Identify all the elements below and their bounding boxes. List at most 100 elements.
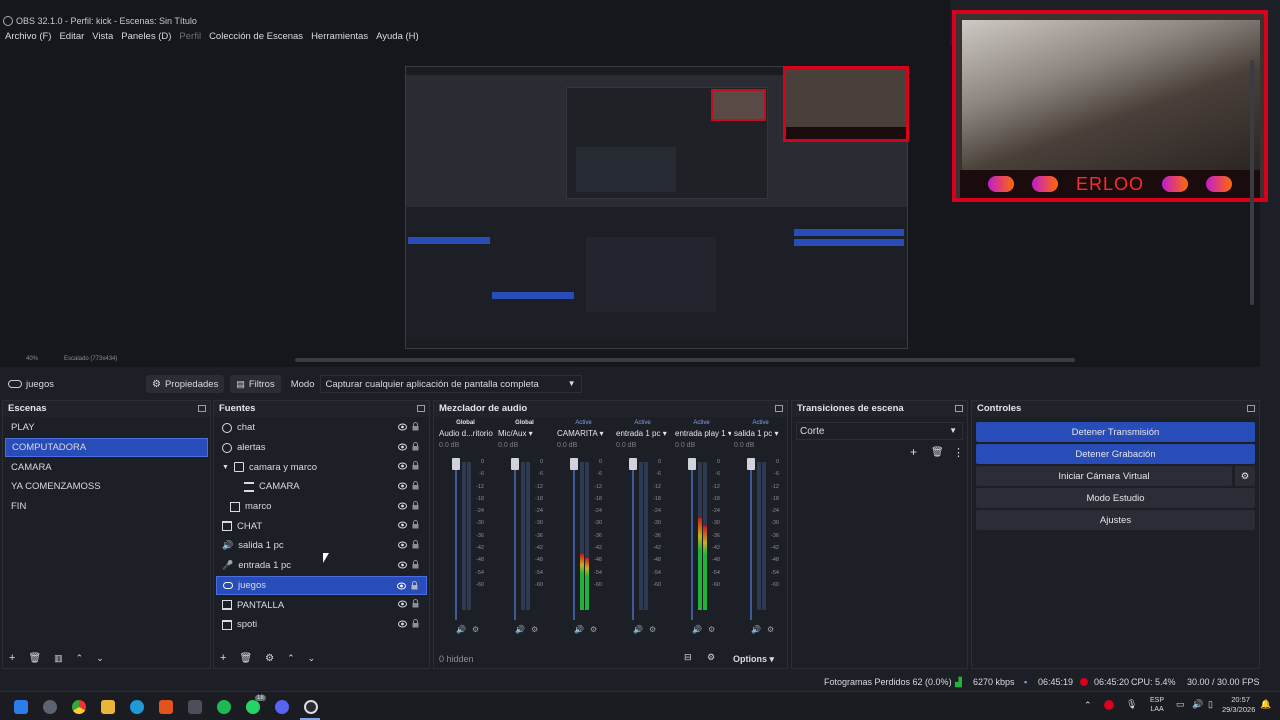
float-dock-icon[interactable] bbox=[198, 405, 206, 412]
menu-ayuda[interactable]: Ayuda (H) bbox=[376, 30, 419, 46]
menu-perfil[interactable]: Perfil bbox=[179, 30, 201, 46]
preview-vertical-scrollbar[interactable] bbox=[1250, 60, 1254, 305]
volume-fader[interactable] bbox=[452, 458, 460, 620]
eye-icon[interactable] bbox=[398, 561, 407, 569]
menu-paneles[interactable]: Paneles (D) bbox=[121, 30, 171, 46]
scene-filters-button[interactable]: ▥ bbox=[54, 653, 63, 664]
channel-settings-icon[interactable]: ⚙ bbox=[531, 625, 538, 634]
windows-start-icon[interactable] bbox=[14, 700, 28, 714]
eye-icon[interactable] bbox=[398, 521, 407, 529]
tray-record-icon[interactable] bbox=[1104, 700, 1114, 710]
zoom-scaling[interactable]: Escalado (773x434) bbox=[64, 356, 117, 362]
settings-app-icon[interactable] bbox=[43, 700, 57, 714]
chrome-icon[interactable] bbox=[72, 700, 86, 714]
source-item-juegos[interactable]: juegos bbox=[216, 575, 427, 596]
brave-icon[interactable] bbox=[159, 700, 173, 714]
source-item-salida-1-pc[interactable]: 🔊 salida 1 pc bbox=[216, 536, 427, 556]
notifications-icon[interactable]: 🔔 bbox=[1260, 699, 1271, 710]
remove-source-button[interactable]: 🗑 bbox=[239, 653, 252, 664]
channel-settings-icon[interactable]: ⚙ bbox=[590, 625, 597, 634]
mixer-layout-icon[interactable]: ⊟ bbox=[684, 652, 692, 663]
source-item-pantalla[interactable]: PANTALLA bbox=[216, 595, 427, 615]
lock-icon[interactable] bbox=[412, 481, 419, 490]
studio-mode-button[interactable]: Modo Estudio bbox=[976, 488, 1255, 508]
mute-speaker-icon[interactable]: 🔊 bbox=[692, 625, 702, 634]
edge-icon[interactable] bbox=[130, 700, 144, 714]
move-up-button[interactable]: ⌃ bbox=[76, 653, 84, 664]
lock-icon[interactable] bbox=[412, 618, 419, 628]
source-item-alertas[interactable]: alertas bbox=[216, 438, 427, 458]
file-explorer-icon[interactable] bbox=[101, 700, 115, 714]
move-down-button[interactable]: ⌄ bbox=[96, 653, 104, 664]
volume-fader[interactable] bbox=[688, 458, 696, 620]
source-item-chat-window[interactable]: CHAT bbox=[216, 516, 427, 536]
float-dock-icon[interactable] bbox=[417, 405, 425, 412]
menu-editar[interactable]: Editar bbox=[59, 30, 84, 46]
tray-battery-icon[interactable]: ▯ bbox=[1208, 699, 1213, 710]
filters-button[interactable]: ▤ Filtros bbox=[230, 375, 281, 393]
remove-transition-button[interactable]: 🗑 bbox=[931, 447, 944, 458]
eye-icon[interactable] bbox=[398, 502, 407, 510]
zoom-percent[interactable]: 40% bbox=[26, 356, 38, 362]
lock-icon[interactable] bbox=[412, 422, 419, 431]
add-transition-button[interactable]: + bbox=[910, 445, 917, 459]
eye-icon[interactable] bbox=[398, 462, 407, 470]
transition-menu-icon[interactable]: ⋮ bbox=[953, 446, 964, 459]
eye-icon[interactable] bbox=[398, 482, 407, 490]
store-icon[interactable] bbox=[188, 700, 202, 714]
scene-item-computadora[interactable]: COMPUTADORA bbox=[5, 437, 208, 458]
mixer-options-button[interactable]: Options ▾ bbox=[733, 654, 774, 665]
remove-scene-button[interactable]: 🗑 bbox=[28, 653, 41, 664]
channel-settings-icon[interactable]: ⚙ bbox=[472, 625, 479, 634]
volume-fader[interactable] bbox=[570, 458, 578, 620]
menu-vista[interactable]: Vista bbox=[92, 30, 113, 46]
language-indicator[interactable]: ESP LAA bbox=[1150, 696, 1164, 714]
float-dock-icon[interactable] bbox=[1247, 405, 1255, 412]
stop-recording-button[interactable]: Detener Grabación bbox=[976, 444, 1255, 464]
channel-settings-icon[interactable]: ⚙ bbox=[767, 625, 774, 634]
source-item-chat[interactable]: chat bbox=[216, 418, 427, 438]
menu-coleccion[interactable]: Colección de Escenas bbox=[209, 30, 303, 46]
lock-icon[interactable] bbox=[412, 559, 419, 569]
move-up-button[interactable]: ⌃ bbox=[287, 653, 295, 664]
eye-icon[interactable] bbox=[398, 620, 407, 628]
mute-speaker-icon[interactable]: 🔊 bbox=[751, 625, 761, 634]
preview-horizontal-scrollbar[interactable] bbox=[295, 358, 1075, 362]
eye-icon[interactable] bbox=[398, 600, 407, 608]
properties-button[interactable]: ⚙ Propiedades bbox=[146, 375, 225, 393]
hidden-count[interactable]: 0 hidden bbox=[439, 654, 474, 664]
mute-speaker-icon[interactable]: 🔊 bbox=[574, 625, 584, 634]
whatsapp-icon[interactable] bbox=[246, 700, 260, 714]
source-item-camara[interactable]: CAMARA bbox=[216, 477, 427, 497]
source-item-spoti[interactable]: spoti bbox=[216, 615, 427, 635]
eye-icon[interactable] bbox=[398, 541, 407, 549]
float-dock-icon[interactable] bbox=[955, 405, 963, 412]
start-virtual-camera-button[interactable]: Iniciar Cámara Virtual bbox=[976, 466, 1232, 486]
virtual-camera-settings-gear-icon[interactable]: ⚙ bbox=[1235, 466, 1255, 486]
tray-mic-icon[interactable]: 🎙 bbox=[1126, 699, 1137, 710]
channel-settings-icon[interactable]: ⚙ bbox=[649, 625, 656, 634]
lock-icon[interactable] bbox=[412, 441, 419, 451]
source-item-entrada-1-pc[interactable]: 🎤 entrada 1 pc bbox=[216, 556, 427, 576]
eye-icon[interactable] bbox=[397, 582, 406, 590]
mixer-advanced-icon[interactable]: ⚙ bbox=[707, 652, 715, 663]
menu-herramientas[interactable]: Herramientas bbox=[311, 30, 368, 46]
spotify-icon[interactable] bbox=[217, 700, 231, 714]
mute-speaker-icon[interactable]: 🔊 bbox=[633, 625, 643, 634]
lock-icon[interactable] bbox=[412, 461, 419, 470]
tray-volume-icon[interactable]: 🔊 bbox=[1192, 699, 1203, 710]
scene-item-fin[interactable]: FIN bbox=[5, 497, 208, 517]
volume-fader[interactable] bbox=[511, 458, 519, 620]
volume-fader[interactable] bbox=[629, 458, 637, 620]
add-source-button[interactable]: + bbox=[220, 652, 226, 664]
lock-icon[interactable] bbox=[412, 540, 419, 549]
float-dock-icon[interactable] bbox=[775, 405, 783, 412]
source-properties-button[interactable]: ⚙ bbox=[265, 653, 274, 664]
lock-icon[interactable] bbox=[411, 580, 418, 590]
lock-icon[interactable] bbox=[412, 599, 419, 608]
discord-icon[interactable] bbox=[275, 700, 289, 714]
lock-icon[interactable] bbox=[412, 520, 419, 529]
eye-icon[interactable] bbox=[398, 423, 407, 431]
eye-icon[interactable] bbox=[398, 443, 407, 451]
tray-chevron-icon[interactable]: ⌃ bbox=[1084, 700, 1092, 711]
